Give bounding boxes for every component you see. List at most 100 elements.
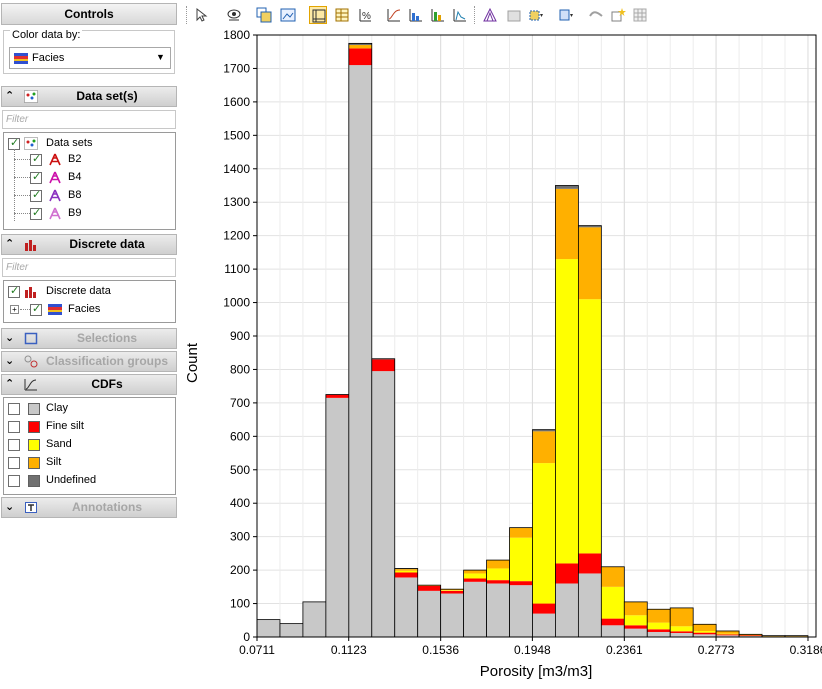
section-datasets-title: Data set(s)	[76, 89, 138, 103]
cdf-checkbox[interactable]	[8, 403, 20, 415]
bar-segment-sand	[716, 633, 740, 635]
bar-segment-fine-silt	[647, 629, 671, 632]
cdf-icon	[24, 379, 37, 391]
export-image-button[interactable]	[279, 6, 297, 24]
dataset-checkbox[interactable]	[30, 206, 42, 221]
cdf-checkbox[interactable]	[8, 457, 20, 469]
well-icon	[49, 189, 61, 202]
bar-segment-sand	[440, 590, 464, 591]
tree-item-discrete-root[interactable]: Discrete data	[8, 284, 168, 300]
y-tick-label: 1300	[223, 195, 250, 209]
bar-segment-fine-silt	[578, 553, 602, 574]
x-tick-label: 0.1536	[422, 643, 459, 657]
datasets-filter-input[interactable]: Filter	[2, 110, 176, 129]
datasets-icon	[24, 137, 38, 150]
y-tick-label: 1100	[224, 262, 250, 276]
cdf-item[interactable]: Fine silt	[8, 419, 168, 435]
export-image-icon	[280, 8, 296, 22]
cdf-checkbox[interactable]	[8, 421, 20, 433]
bar-segment-silt	[624, 601, 648, 616]
visibility-button[interactable]	[225, 6, 243, 24]
shape-button[interactable]	[481, 6, 499, 24]
expand-icon[interactable]: +	[10, 305, 19, 314]
cdf-item[interactable]: Silt	[8, 455, 168, 471]
frame-icon	[312, 9, 326, 23]
wave-button[interactable]	[587, 6, 605, 24]
bar-segment-fine-silt	[670, 631, 694, 633]
cdf-checkbox[interactable]	[8, 475, 20, 487]
histogram-svg: 0 100 200 300 400 500 600 700 800 900 1000 1100 1200…	[184, 28, 822, 680]
section-cdfs-header[interactable]: ⌃ CDFs	[1, 374, 177, 395]
discrete-root-checkbox[interactable]	[8, 284, 20, 299]
eye-icon	[227, 9, 241, 21]
cdf-checkbox[interactable]	[8, 439, 20, 451]
cube-grid-button[interactable]	[557, 6, 575, 24]
bar-segment-fine-silt	[624, 625, 648, 629]
section-selections-header[interactable]: ⌄ Selections	[1, 328, 177, 349]
cdf-button[interactable]	[385, 6, 403, 24]
tree-item-dataset[interactable]: B4	[30, 170, 170, 186]
dataset-checkbox[interactable]	[30, 188, 42, 203]
cdf-item[interactable]: Sand	[8, 437, 168, 453]
bar-segment-sand	[394, 570, 418, 573]
grid-gray-icon	[633, 8, 647, 22]
bar-segment-sand	[532, 463, 556, 604]
discrete-tree: Discrete data + Facies	[3, 280, 176, 323]
bar-segment-fine-silt	[325, 394, 349, 398]
cdf-list: Clay Fine silt Sand Silt Undefined	[3, 397, 176, 495]
bar-segment-silt	[601, 566, 625, 587]
tree-item-dataset[interactable]: B9	[30, 206, 170, 222]
copy-image-icon	[256, 7, 272, 23]
bar-segment-silt	[532, 431, 556, 464]
svg-text:%: %	[362, 11, 371, 22]
bar-segment-undefined	[555, 185, 579, 189]
color-by-dropdown[interactable]: Facies ▼	[9, 47, 171, 69]
frame-button[interactable]	[309, 6, 327, 24]
well-icon	[49, 171, 61, 184]
cdf-color-swatch	[28, 403, 40, 415]
copy-image-button[interactable]	[255, 6, 273, 24]
percent-button[interactable]: %	[357, 6, 375, 24]
tree-item-datasets-root[interactable]: Data sets	[8, 136, 168, 152]
tree-item-facies[interactable]: Facies	[30, 302, 170, 318]
facies-checkbox[interactable]	[30, 302, 42, 317]
controls-panel: Controls Color data by: Facies ▼ ⌃ Data …	[0, 0, 178, 689]
cdf-item[interactable]: Clay	[8, 401, 168, 417]
dataset-checkbox[interactable]	[30, 170, 42, 185]
section-annotations-header[interactable]: ⌄ Annotations	[1, 497, 177, 518]
cdf-item[interactable]: Undefined	[8, 473, 168, 489]
histogram-lines-button[interactable]	[451, 6, 469, 24]
bar-segment-silt	[555, 188, 579, 260]
dataset-checkbox[interactable]	[30, 152, 42, 167]
y-tick-label: 1800	[223, 30, 250, 42]
discrete-filter-input[interactable]: Filter	[2, 258, 176, 277]
tree-item-dataset[interactable]: B2	[30, 152, 170, 168]
collapse-icon: ⌃	[5, 238, 15, 250]
bar-segment-clay	[302, 601, 326, 637]
tree-item-dataset[interactable]: B8	[30, 188, 170, 204]
bar-segment-silt	[348, 45, 372, 49]
section-datasets-header[interactable]: ⌃ Data set(s)	[1, 86, 177, 107]
stacked-histogram-button[interactable]	[429, 6, 447, 24]
bar-segment-silt	[693, 624, 717, 631]
section-classification-header[interactable]: ⌄ Classification groups	[1, 351, 177, 372]
expand-icon: ⌄	[5, 332, 15, 344]
table-button[interactable]	[333, 6, 351, 24]
bar-segment-silt	[509, 527, 533, 538]
new-star-button[interactable]	[609, 6, 627, 24]
bar-segment-clay	[371, 371, 395, 637]
bar-segment-silt	[394, 569, 418, 571]
wave-icon	[589, 11, 603, 17]
bar-segment-clay	[325, 397, 349, 637]
bar-segment-fine-silt	[371, 359, 395, 372]
bar-segment-clay	[486, 583, 510, 637]
grid-gray-button[interactable]	[631, 6, 649, 24]
bar-segment-fine-silt	[509, 581, 533, 586]
histogram-button[interactable]	[407, 6, 425, 24]
bar-segment-sand	[647, 622, 671, 630]
annotation-icon	[25, 502, 37, 513]
pointer-button[interactable]	[193, 6, 211, 24]
section-discrete-header[interactable]: ⌃ Discrete data	[1, 234, 177, 255]
cube-button[interactable]	[527, 6, 545, 24]
shape-gray-button[interactable]	[505, 6, 523, 24]
